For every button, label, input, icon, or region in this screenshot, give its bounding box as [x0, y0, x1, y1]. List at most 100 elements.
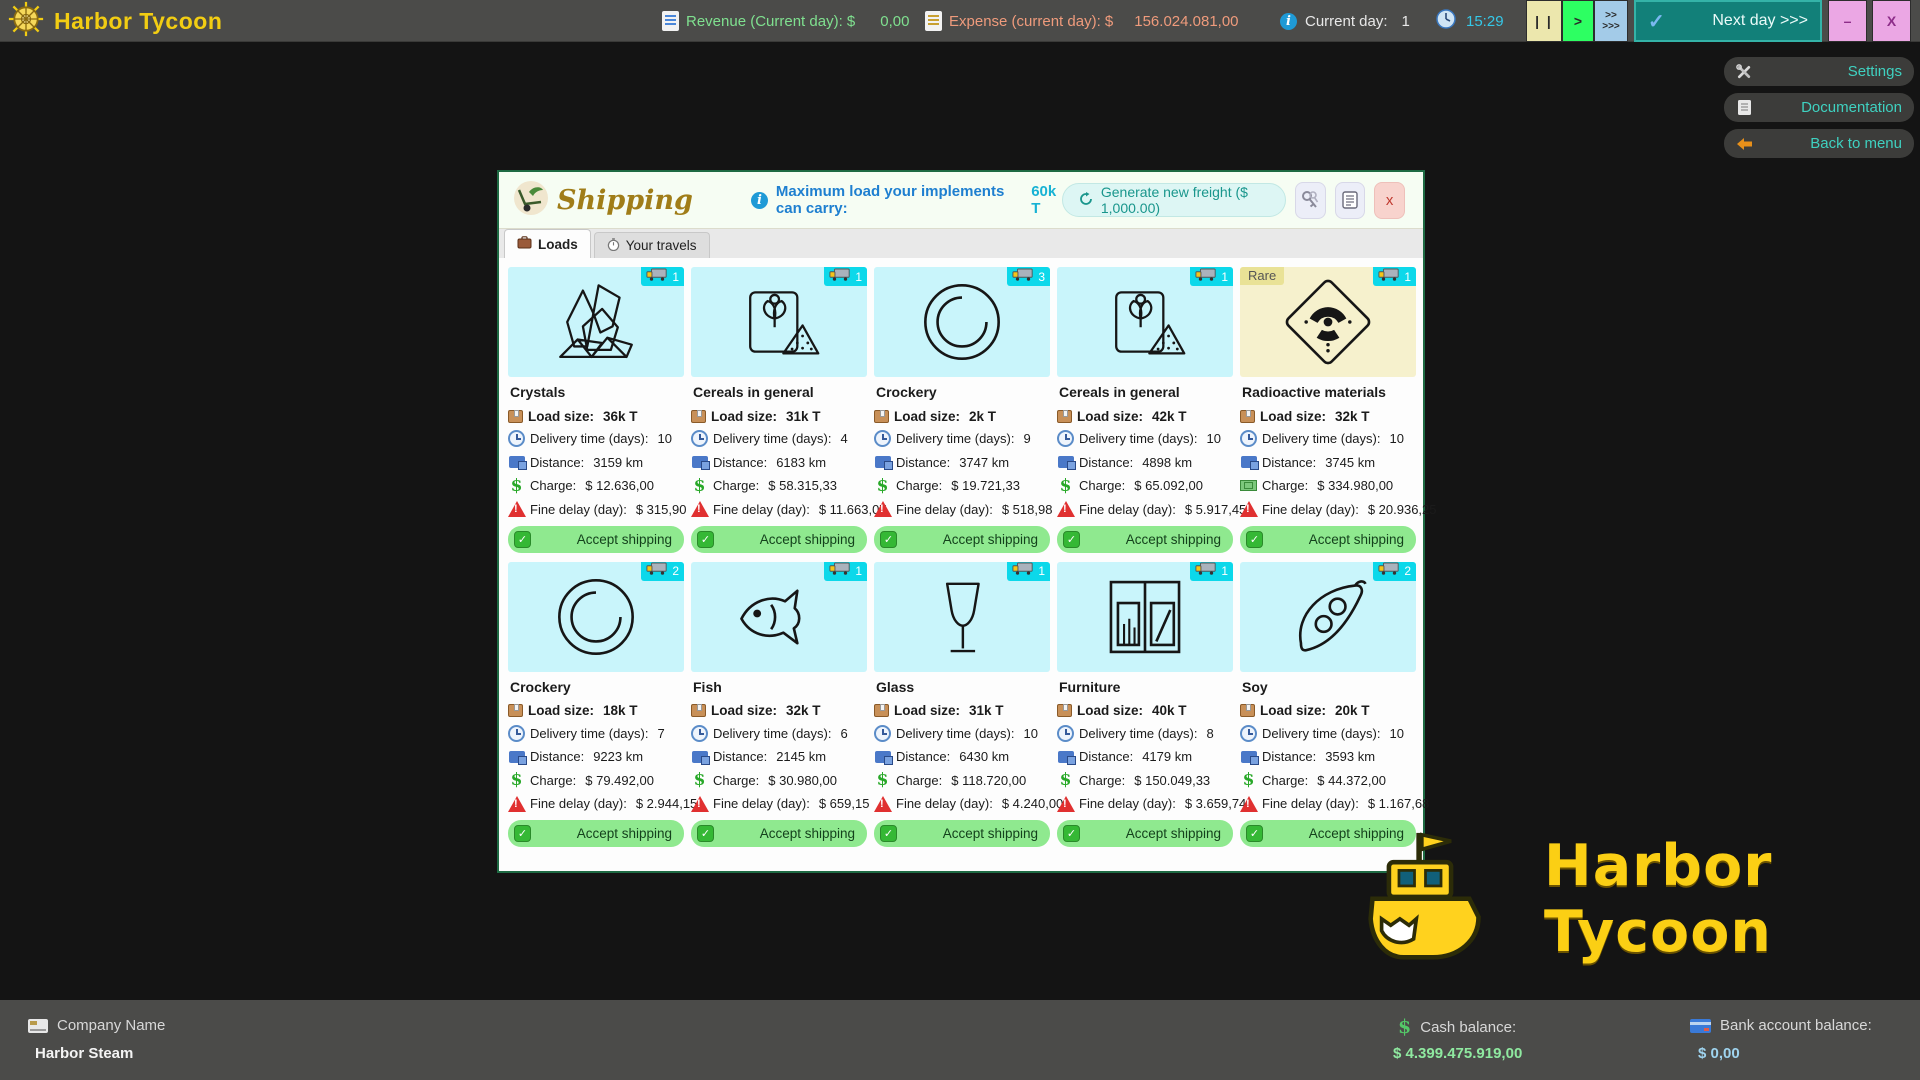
freight-card: 1 Crystals Load size: 36k T Delivery tim… [508, 267, 684, 553]
truck-count: 1 [1221, 564, 1228, 578]
load-size-value: 40k T [1152, 703, 1187, 718]
delivery-time-label: Delivery time (days): [1262, 726, 1380, 741]
charge-label: Charge: [896, 478, 942, 493]
check-icon: ✓ [514, 531, 531, 548]
truck-count-badge: 1 [824, 562, 867, 581]
accept-shipping-button[interactable]: ✓ Accept shipping [874, 526, 1050, 553]
charge-value: $ 79.492,00 [585, 773, 654, 788]
charge-icon: $ [874, 772, 891, 789]
load-size-label: Load size: [1077, 409, 1143, 424]
accept-shipping-label: Accept shipping [714, 532, 855, 547]
fine-warning-icon [691, 796, 709, 812]
charge-icon: $ [508, 477, 525, 494]
info-icon: i [751, 192, 768, 209]
truck-count-badge: 1 [641, 267, 684, 286]
truck-count-badge: 1 [824, 267, 867, 286]
truck-count-badge: 1 [1190, 562, 1233, 581]
product-name: Crockery [876, 384, 1050, 400]
accept-shipping-button[interactable]: ✓ Accept shipping [1057, 820, 1233, 847]
truck-count-badge: 1 [1190, 267, 1233, 286]
settings-button[interactable]: Settings [1724, 57, 1914, 86]
accept-shipping-button[interactable]: ✓ Accept shipping [691, 820, 867, 847]
fine-warning-icon [1240, 501, 1258, 517]
play-button[interactable]: > [1562, 0, 1594, 42]
logo-text: Harbor Tycoon [1544, 833, 1920, 965]
delivery-time-icon [1057, 725, 1074, 742]
minimize-button[interactable]: – [1828, 0, 1867, 42]
load-size-icon [1240, 410, 1255, 423]
expense-value: 156.024.081,00 [1134, 13, 1238, 30]
accept-shipping-button[interactable]: ✓ Accept shipping [508, 526, 684, 553]
report-list-button[interactable] [1335, 182, 1366, 219]
accept-shipping-button[interactable]: ✓ Accept shipping [1240, 526, 1416, 553]
app-title: Harbor Tycoon [54, 8, 222, 35]
id-card-icon [28, 1019, 48, 1033]
distance-label: Distance: [1262, 749, 1316, 764]
delivery-time-label: Delivery time (days): [713, 726, 831, 741]
documentation-button[interactable]: Documentation [1724, 93, 1914, 122]
distance-icon [1241, 751, 1257, 763]
accept-shipping-label: Accept shipping [531, 826, 672, 841]
back-arrow-icon [1734, 134, 1754, 154]
delivery-time-value: 10 [1389, 431, 1403, 446]
freight-image: 1 [691, 562, 867, 672]
generate-freight-button[interactable]: Generate new freight ($ 1,000.00) [1062, 183, 1286, 217]
product-name: Crockery [510, 679, 684, 695]
accept-shipping-button[interactable]: ✓ Accept shipping [508, 820, 684, 847]
check-icon: ✓ [1246, 825, 1263, 842]
freight-image: 3 [874, 267, 1050, 377]
charge-icon [1240, 477, 1257, 494]
accept-shipping-button[interactable]: ✓ Accept shipping [1057, 526, 1233, 553]
charge-label: Charge: [713, 773, 759, 788]
distance-value: 3593 km [1325, 749, 1375, 764]
load-size-icon [1240, 704, 1255, 717]
charge-icon: $ [691, 477, 708, 494]
charge-icon: $ [1057, 772, 1074, 789]
current-day-value: 1 [1402, 13, 1410, 30]
next-day-button[interactable]: ✓ Next day >>> [1634, 0, 1822, 42]
distance-value: 3159 km [593, 455, 643, 470]
document-icon [1734, 98, 1754, 118]
fine-delay-label: Fine delay (day): [896, 502, 993, 517]
distance-icon [692, 456, 708, 468]
delivery-time-value: 4 [840, 431, 847, 446]
close-dialog-button[interactable]: x [1374, 182, 1405, 219]
delivery-time-icon [691, 725, 708, 742]
load-size-icon [874, 410, 889, 423]
fast-forward-button[interactable]: >> >>> [1594, 0, 1628, 42]
distance-label: Distance: [530, 455, 584, 470]
accept-shipping-label: Accept shipping [1263, 532, 1404, 547]
tab-loads[interactable]: Loads [504, 229, 591, 258]
tab-your-travels[interactable]: Your travels [594, 232, 710, 258]
check-icon: ✓ [1246, 531, 1263, 548]
load-size-icon [874, 704, 889, 717]
truck-icon [1012, 562, 1034, 580]
fine-warning-icon [874, 501, 892, 517]
accept-shipping-button[interactable]: ✓ Accept shipping [691, 526, 867, 553]
load-size-value: 32k T [1335, 409, 1370, 424]
accept-shipping-button[interactable]: ✓ Accept shipping [874, 820, 1050, 847]
back-to-menu-button[interactable]: Back to menu [1724, 129, 1914, 158]
delivery-time-icon [1057, 430, 1074, 447]
delivery-time-icon [874, 430, 891, 447]
freight-card: Rare 1 Radioactive materials Load size: … [1240, 267, 1416, 553]
generate-freight-label: Generate new freight ($ 1,000.00) [1101, 184, 1269, 216]
distance-label: Distance: [530, 749, 584, 764]
load-size-label: Load size: [1260, 409, 1326, 424]
truck-count-badge: 3 [1007, 267, 1050, 286]
distance-icon [692, 751, 708, 763]
charge-label: Charge: [713, 478, 759, 493]
truck-icon [829, 562, 851, 580]
load-size-value: 2k T [969, 409, 996, 424]
freight-card: 2 Soy Load size: 20k T Delivery time (da… [1240, 562, 1416, 848]
fine-warning-icon [508, 501, 526, 517]
load-size-value: 36k T [603, 409, 638, 424]
fine-delay-value: $ 518,98 [1002, 502, 1053, 517]
pause-button[interactable]: | | [1526, 0, 1562, 42]
keys-button[interactable] [1295, 182, 1326, 219]
delivery-time-value: 9 [1023, 431, 1030, 446]
close-app-button[interactable]: X [1872, 0, 1911, 42]
charge-label: Charge: [1079, 773, 1125, 788]
delivery-time-label: Delivery time (days): [1079, 726, 1197, 741]
load-size-label: Load size: [1077, 703, 1143, 718]
